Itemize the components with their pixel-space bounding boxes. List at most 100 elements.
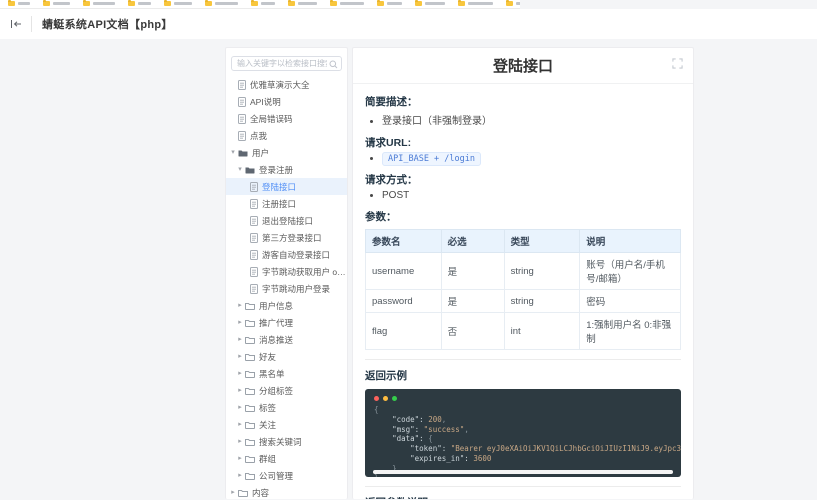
caret-right-icon[interactable]: ▸	[236, 302, 244, 309]
caret-right-icon[interactable]: ▸	[236, 336, 244, 343]
caret-right-icon[interactable]: ▸	[236, 387, 244, 394]
document-icon	[250, 233, 258, 243]
tree-item-folder[interactable]: ▸搜索关键词	[226, 433, 347, 450]
folder-icon	[330, 1, 337, 6]
bookmark-item[interactable]	[330, 1, 364, 6]
bookmark-item[interactable]	[458, 1, 493, 6]
tree-item-folder[interactable]: ▸用户信息	[226, 297, 347, 314]
tree-item-folder[interactable]: ▸ 关注	[226, 416, 347, 433]
folder-icon	[164, 1, 171, 6]
doc-header: 登陆接口	[353, 48, 693, 84]
sidebar-collapse-icon[interactable]	[10, 19, 22, 29]
fullscreen-icon[interactable]	[672, 58, 683, 69]
tree-item-doc[interactable]: 退出登陆接口	[226, 212, 347, 229]
tree-item-doc[interactable]: 全局错误码	[226, 110, 347, 127]
tree-item-label: 群组	[259, 453, 276, 465]
tree-item-label: 分组标签	[259, 385, 293, 397]
bookmark-item[interactable]	[377, 1, 402, 6]
code-content: { "code": 200, "msg": "success", "data":…	[374, 405, 672, 477]
bookmark-item[interactable]	[164, 1, 192, 6]
code-horizontal-scrollbar[interactable]	[373, 470, 673, 474]
bookmark-item[interactable]	[251, 1, 275, 6]
bookmark-label	[298, 2, 317, 5]
bookmark-item[interactable]	[128, 1, 151, 6]
bookmark-label	[174, 2, 192, 5]
column-header: 类型	[504, 230, 580, 253]
bookmark-item[interactable]	[288, 1, 317, 6]
params-table: 参数名必选类型说明username是string账号（用户名/手机号/邮箱）pa…	[365, 229, 681, 350]
caret-right-icon[interactable]: ▸	[236, 370, 244, 377]
api-url-code[interactable]: API_BASE + /login	[382, 152, 481, 166]
table-row: username是string账号（用户名/手机号/邮箱）	[366, 253, 681, 290]
bookmark-label	[261, 2, 275, 5]
caret-right-icon[interactable]: ▸	[236, 421, 244, 428]
caret-down-icon[interactable]: ▾	[236, 166, 244, 173]
tree-item-folder[interactable]: ▸ 好友	[226, 348, 347, 365]
section-divider	[365, 486, 681, 487]
tree-item-folder[interactable]: ▸ 群组	[226, 450, 347, 467]
caret-right-icon[interactable]: ▸	[236, 404, 244, 411]
folder-icon	[205, 1, 212, 6]
table-cell: 是	[441, 290, 504, 313]
workspace: 优雅草演示大全API说明全局错误码点我▾用户▾登录注册登陆接口注册接口退出登陆接…	[0, 39, 817, 499]
tree-item-folder[interactable]: ▸推广代理	[226, 314, 347, 331]
tree-item-label: 内容	[252, 487, 269, 499]
tree-item-doc[interactable]: 字节跳动用户登录	[226, 280, 347, 297]
window-dots	[374, 396, 672, 401]
section-label-brief: 简要描述：	[365, 94, 681, 109]
tree-item-label: 第三方登录接口	[262, 232, 322, 244]
bookmark-item[interactable]	[43, 1, 70, 6]
tree-item-label: 黑名单	[259, 368, 285, 380]
table-cell: flag	[366, 313, 442, 350]
tree-item-folder[interactable]: ▾ 登录注册	[226, 161, 347, 178]
bookmark-item[interactable]	[83, 1, 115, 6]
tree-item-label: API说明	[250, 96, 281, 108]
section-label-example: 返回示例	[365, 368, 681, 383]
bookmark-label	[516, 2, 520, 5]
table-cell: 账号（用户名/手机号/邮箱）	[580, 253, 681, 290]
bookmark-item[interactable]	[8, 1, 30, 6]
tree-item-doc[interactable]: 字节跳动获取用户 openid	[226, 263, 347, 280]
tree-item-doc[interactable]: 点我	[226, 127, 347, 144]
tree-item-label: 点我	[250, 130, 267, 142]
folder-icon	[245, 166, 255, 174]
document-icon	[238, 97, 246, 107]
document-icon	[250, 182, 258, 192]
tree-item-doc[interactable]: API说明	[226, 93, 347, 110]
bookmark-item[interactable]	[506, 1, 520, 6]
bookmark-label	[18, 2, 30, 5]
tree-item-folder[interactable]: ▸消息推送	[226, 331, 347, 348]
caret-right-icon[interactable]: ▸	[236, 353, 244, 360]
bookmark-item[interactable]	[415, 1, 445, 6]
section-label-method: 请求方式：	[365, 172, 681, 187]
search-input[interactable]	[231, 56, 342, 71]
tree-item-doc[interactable]: 优雅草演示大全	[226, 76, 347, 93]
table-row: flag否int1:强制用户名 0:非强制	[366, 313, 681, 350]
caret-right-icon[interactable]: ▸	[236, 455, 244, 462]
tree-item-doc[interactable]: 注册接口	[226, 195, 347, 212]
url-list: API_BASE + /login	[365, 153, 681, 164]
tree-item-folder[interactable]: ▸ 黑名单	[226, 365, 347, 382]
tree-item-label: 关注	[259, 419, 276, 431]
tree-item-folder[interactable]: ▾ 用户	[226, 144, 347, 161]
tree-item-label: 登录注册	[259, 164, 293, 176]
caret-right-icon[interactable]: ▸	[236, 438, 244, 445]
caret-right-icon[interactable]: ▸	[229, 489, 237, 496]
tree-item-folder[interactable]: ▸ 内容	[226, 484, 347, 499]
tree-item-folder[interactable]: ▸标签	[226, 399, 347, 416]
tree-item-folder[interactable]: ▸ 公司管理	[226, 467, 347, 484]
tree-item-folder[interactable]: ▸ 分组标签	[226, 382, 347, 399]
caret-right-icon[interactable]: ▸	[236, 319, 244, 326]
tree-item-doc[interactable]: 登陆接口	[226, 178, 347, 195]
tree-item-doc[interactable]: 游客自动登录接口	[226, 246, 347, 263]
tree-item-label: 好友	[259, 351, 276, 363]
caret-right-icon[interactable]: ▸	[236, 472, 244, 479]
tree-item-label: 公司管理	[259, 470, 293, 482]
tree-item-label: 用户	[252, 147, 269, 159]
screen: 蜻蜓系统API文档【php】 优雅草演示大全API说明全局错误码点我▾用户▾登录…	[0, 0, 817, 500]
tree-item-label: 游客自动登录接口	[262, 249, 330, 261]
tree-item-doc[interactable]: 第三方登录接口	[226, 229, 347, 246]
folder-icon	[43, 1, 50, 6]
caret-down-icon[interactable]: ▾	[229, 149, 237, 156]
bookmark-item[interactable]	[205, 1, 238, 6]
